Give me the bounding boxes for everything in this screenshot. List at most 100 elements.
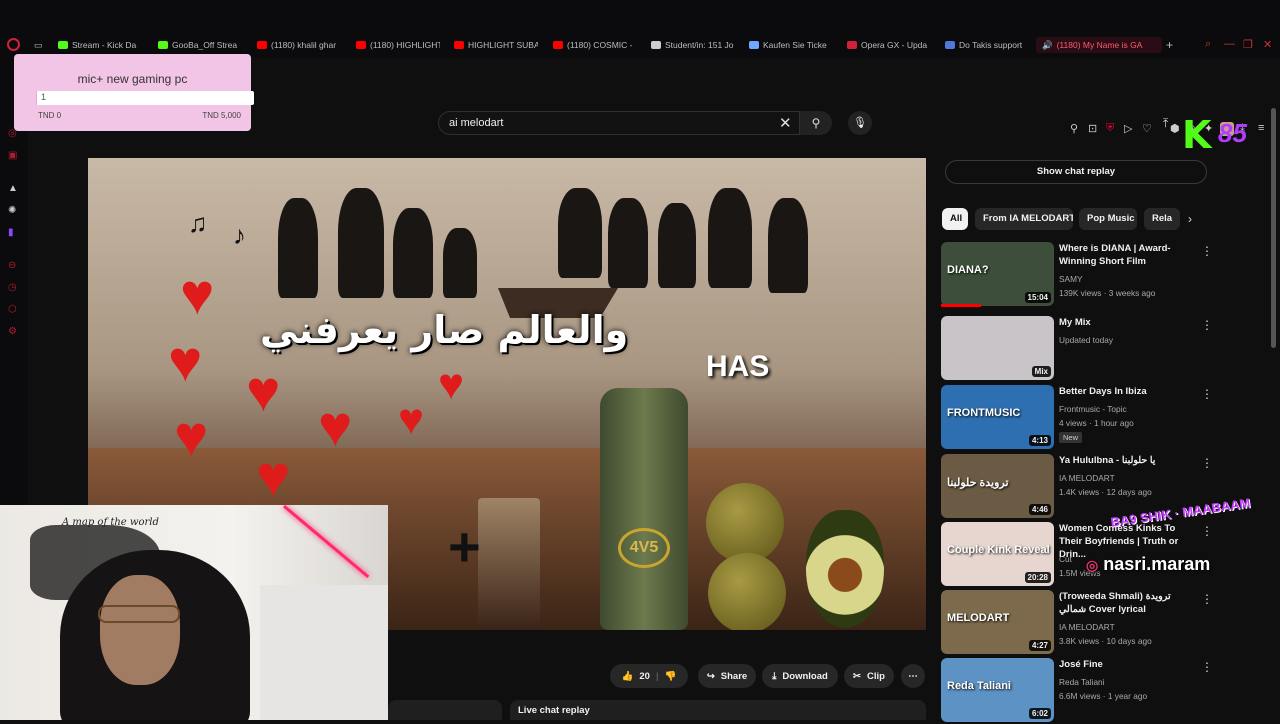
video-thumbnail[interactable]: DIANA? 15:04 (941, 242, 1054, 306)
download-button[interactable]: ⤓ Download (762, 664, 838, 688)
channel-name[interactable]: Reda Taliani (1059, 677, 1105, 687)
recommendation-item[interactable]: FRONTMUSIC 4:13 Better Days In Ibiza Fro… (941, 385, 1271, 451)
more-options-icon[interactable]: ⋮ (1201, 318, 1213, 332)
sidebar-player-icon[interactable]: ⊖ (8, 260, 16, 271)
video-title[interactable]: Better Days In Ibiza (1059, 385, 1193, 398)
tab-favicon-icon (553, 41, 563, 49)
channel-name[interactable]: Cut (1059, 554, 1072, 564)
more-options-icon[interactable]: ⋮ (1201, 244, 1213, 258)
shield-icon[interactable]: ⛨ (1106, 122, 1114, 135)
sidebar-settings-icon[interactable]: ⚙ (8, 326, 17, 337)
video-title[interactable]: Ya Hululbna - يا حلولبنا (1059, 454, 1193, 467)
filter-chip[interactable]: From IA MELODART (975, 208, 1073, 230)
sidebar-chatgpt-icon[interactable]: ✺ (8, 205, 16, 216)
search-input[interactable]: ai melodart ✕ (438, 111, 800, 135)
filter-chip[interactable]: All (942, 208, 968, 230)
more-options-icon[interactable]: ⋮ (1201, 456, 1213, 470)
close-window-icon[interactable]: ✕ (1263, 38, 1272, 51)
recommendation-item[interactable]: Reda Taliani 6:02 José Fine Reda Taliani… (941, 658, 1271, 724)
share-icon: ↪ (706, 670, 715, 682)
video-thumbnail[interactable]: ترويدة حلولبنا 4:46 (941, 454, 1054, 518)
browser-tab[interactable]: (1180) khalil ghar (257, 37, 341, 53)
play-icon[interactable]: ▷ (1124, 122, 1132, 135)
dancer-silhouette (393, 208, 433, 298)
filter-chip[interactable]: Pop Music (1079, 208, 1137, 230)
more-options-icon[interactable]: ⋮ (1201, 387, 1213, 401)
video-thumbnail[interactable]: Couple Kink Reveal 20:28 (941, 522, 1054, 586)
recommendation-item[interactable]: Mix My Mix Updated today ⋮ (941, 316, 1271, 382)
voice-search-button[interactable]: 🎙 (848, 111, 872, 135)
live-chat-replay-bar[interactable]: Live chat replay (510, 700, 926, 720)
video-title[interactable]: Where is DIANA | Award-Winning Short Fil… (1059, 242, 1193, 268)
upload-icon[interactable]: ⤒ (1163, 116, 1168, 131)
more-options-icon[interactable]: ⋮ (1201, 524, 1213, 538)
dislike-icon[interactable]: 👎 (665, 671, 677, 682)
channel-name[interactable]: Frontmusic - Topic (1059, 404, 1127, 414)
browser-tab[interactable]: Kaufen Sie Ticke (749, 37, 833, 53)
tab-favicon-icon (749, 41, 759, 49)
heart-image: ♥ (168, 329, 203, 394)
donation-goal-widget: mic+ new gaming pc 1 TND 0 TND 5,000 (14, 54, 254, 131)
sidebar-ai-icon[interactable]: ▲ (8, 183, 18, 194)
video-thumbnail[interactable]: MELODART 4:27 (941, 590, 1054, 654)
sidebar-history-icon[interactable]: ◷ (8, 282, 17, 293)
share-button[interactable]: ↪ Share (698, 664, 756, 688)
video-title[interactable]: My Mix (1059, 316, 1193, 329)
search-button[interactable]: ⚲ (800, 111, 832, 135)
donation-min: TND 0 (38, 111, 62, 120)
bookmark-icon[interactable]: ⚲ (1070, 122, 1078, 135)
sidebar-extensions-icon[interactable]: ⬡ (8, 304, 17, 315)
clip-button[interactable]: ✂ Clip (844, 664, 894, 688)
extension-icon[interactable]: ⬢ (1170, 122, 1180, 135)
video-thumbnail[interactable]: Mix (941, 316, 1054, 380)
browser-tab[interactable]: Do Takis support (945, 37, 1029, 53)
glass-image (478, 498, 540, 630)
clear-search-icon[interactable]: ✕ (779, 114, 792, 132)
donation-goal-title: mic+ new gaming pc (77, 72, 188, 86)
video-title[interactable]: (Troweeda Shmali) ترويدة شمالي Cover lyr… (1059, 590, 1193, 616)
browser-tab[interactable]: GooBa_Off Strea (158, 37, 242, 53)
like-icon[interactable]: 👍 (622, 671, 634, 682)
minimize-icon[interactable]: — (1224, 38, 1235, 50)
live-chat-replay-label: Live chat replay (518, 705, 590, 716)
browser-tab[interactable]: (1180) HIGHLIGHT (356, 37, 440, 53)
browser-tab[interactable]: (1180) COSMIC - (553, 37, 637, 53)
snapshot-icon[interactable]: ⊡ (1088, 122, 1097, 135)
channel-name[interactable]: Updated today (1059, 335, 1113, 345)
scrollbar[interactable] (1271, 108, 1276, 348)
video-title[interactable]: José Fine (1059, 658, 1193, 671)
channel-name[interactable]: SAMY (1059, 274, 1083, 284)
sidebar-twitch-icon[interactable]: ▮ (8, 227, 14, 238)
bed-background (260, 585, 388, 720)
more-options-icon[interactable]: ⋮ (1201, 592, 1213, 606)
browser-tab[interactable]: Student/in: 151 Jo (651, 37, 735, 53)
channel-name[interactable]: IA MELODART (1059, 622, 1115, 632)
video-thumbnail[interactable]: FRONTMUSIC 4:13 (941, 385, 1054, 449)
tab-label: (1180) COSMIC - (567, 40, 633, 50)
more-actions-button[interactable]: ⋯ (901, 664, 925, 688)
browser-tab[interactable]: Opera GX - Upda (847, 37, 931, 53)
opera-logo-icon[interactable] (7, 38, 20, 51)
tab-favicon-icon (257, 41, 267, 49)
download-label: Download (782, 670, 828, 682)
tab-sidebar-icon[interactable]: ▭ (34, 37, 43, 53)
show-chat-replay-button[interactable]: Show chat replay (945, 160, 1207, 184)
heart-image: ♥ (256, 444, 291, 509)
menu-icon[interactable]: ≡ (1258, 122, 1264, 134)
maximize-icon[interactable]: ❐ (1243, 38, 1253, 51)
chevron-right-icon[interactable]: › (1188, 212, 1192, 226)
sidebar-messenger-icon[interactable]: ▣ (8, 150, 17, 161)
search-tabs-icon[interactable]: ⌕ (1205, 38, 1211, 51)
heart-icon[interactable]: ♡ (1142, 122, 1152, 135)
browser-tab[interactable]: HIGHLIGHT SUBA (454, 37, 538, 53)
recommendation-item[interactable]: MELODART 4:27 (Troweeda Shmali) ترويدة ش… (941, 590, 1271, 656)
tab-active[interactable]: 🔊 (1180) My Name is GA (1036, 37, 1162, 53)
more-options-icon[interactable]: ⋮ (1201, 660, 1213, 674)
browser-tab[interactable]: Stream - Kick Da (58, 37, 146, 53)
recommendation-item[interactable]: DIANA? 15:04 Where is DIANA | Award-Winn… (941, 242, 1271, 308)
channel-name[interactable]: IA MELODART (1059, 473, 1115, 483)
video-thumbnail[interactable]: Reda Taliani 6:02 (941, 658, 1054, 722)
filter-chip[interactable]: Rela (1144, 208, 1180, 230)
new-tab-button[interactable]: + (1166, 37, 1173, 53)
video-duration: 6:02 (1028, 708, 1051, 719)
